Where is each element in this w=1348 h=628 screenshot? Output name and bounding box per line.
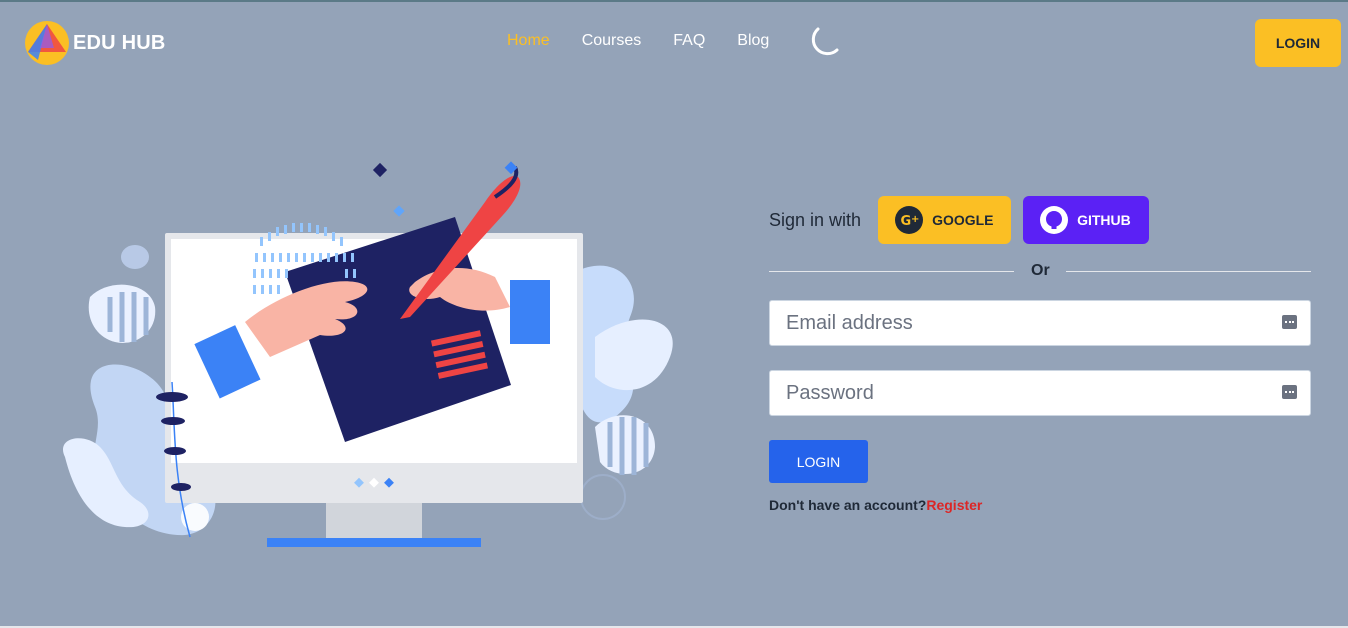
logo-icon: [25, 21, 69, 65]
social-signin-row: Sign in with G + GOOGLE GITHUB: [769, 196, 1311, 244]
signin-label: Sign in with: [769, 209, 862, 230]
email-field-wrapper: [769, 300, 1311, 346]
github-label: GITHUB: [1077, 212, 1131, 228]
divider-line-left: [769, 271, 1014, 272]
nav-menu: Home Courses FAQ Blog: [507, 32, 801, 50]
no-account-text: Don't have an account?: [769, 497, 927, 513]
login-submit-button[interactable]: LOGIN: [769, 440, 868, 483]
password-field-wrapper: [769, 370, 1311, 416]
moon-icon[interactable]: [804, 24, 842, 62]
brand-name: EDU HUB: [73, 31, 166, 54]
email-input[interactable]: [770, 301, 1310, 345]
nav-item-home[interactable]: Home: [507, 32, 550, 50]
nav-item-courses[interactable]: Courses: [582, 32, 642, 50]
or-text: Or: [1031, 262, 1050, 279]
brand-logo[interactable]: EDU HUB: [24, 20, 166, 66]
register-prompt: Don't have an account?Register: [769, 497, 1311, 513]
google-plus-icon: G +: [895, 206, 924, 234]
google-label: GOOGLE: [932, 212, 994, 228]
computer-illustration: [63, 161, 673, 547]
nav-login-button[interactable]: LOGIN: [1255, 19, 1341, 67]
navbar: EDU HUB Home Courses FAQ Blog LOGIN: [0, 2, 1348, 82]
autofill-icon[interactable]: [1282, 385, 1297, 399]
password-input[interactable]: [770, 371, 1310, 415]
github-icon: [1040, 206, 1069, 234]
or-divider: Or: [769, 262, 1311, 282]
divider-line-right: [1066, 271, 1311, 272]
nav-item-faq[interactable]: FAQ: [673, 32, 705, 50]
google-signin-button[interactable]: G + GOOGLE: [878, 196, 1012, 244]
nav-item-blog[interactable]: Blog: [737, 32, 769, 50]
autofill-icon[interactable]: [1282, 315, 1297, 329]
svg-text:+: +: [911, 214, 919, 225]
register-link[interactable]: Register: [926, 497, 982, 513]
login-form: Sign in with G + GOOGLE GITHUB Or Email …: [769, 196, 1311, 513]
github-signin-button[interactable]: GITHUB: [1023, 196, 1150, 244]
svg-text:G: G: [901, 214, 912, 229]
